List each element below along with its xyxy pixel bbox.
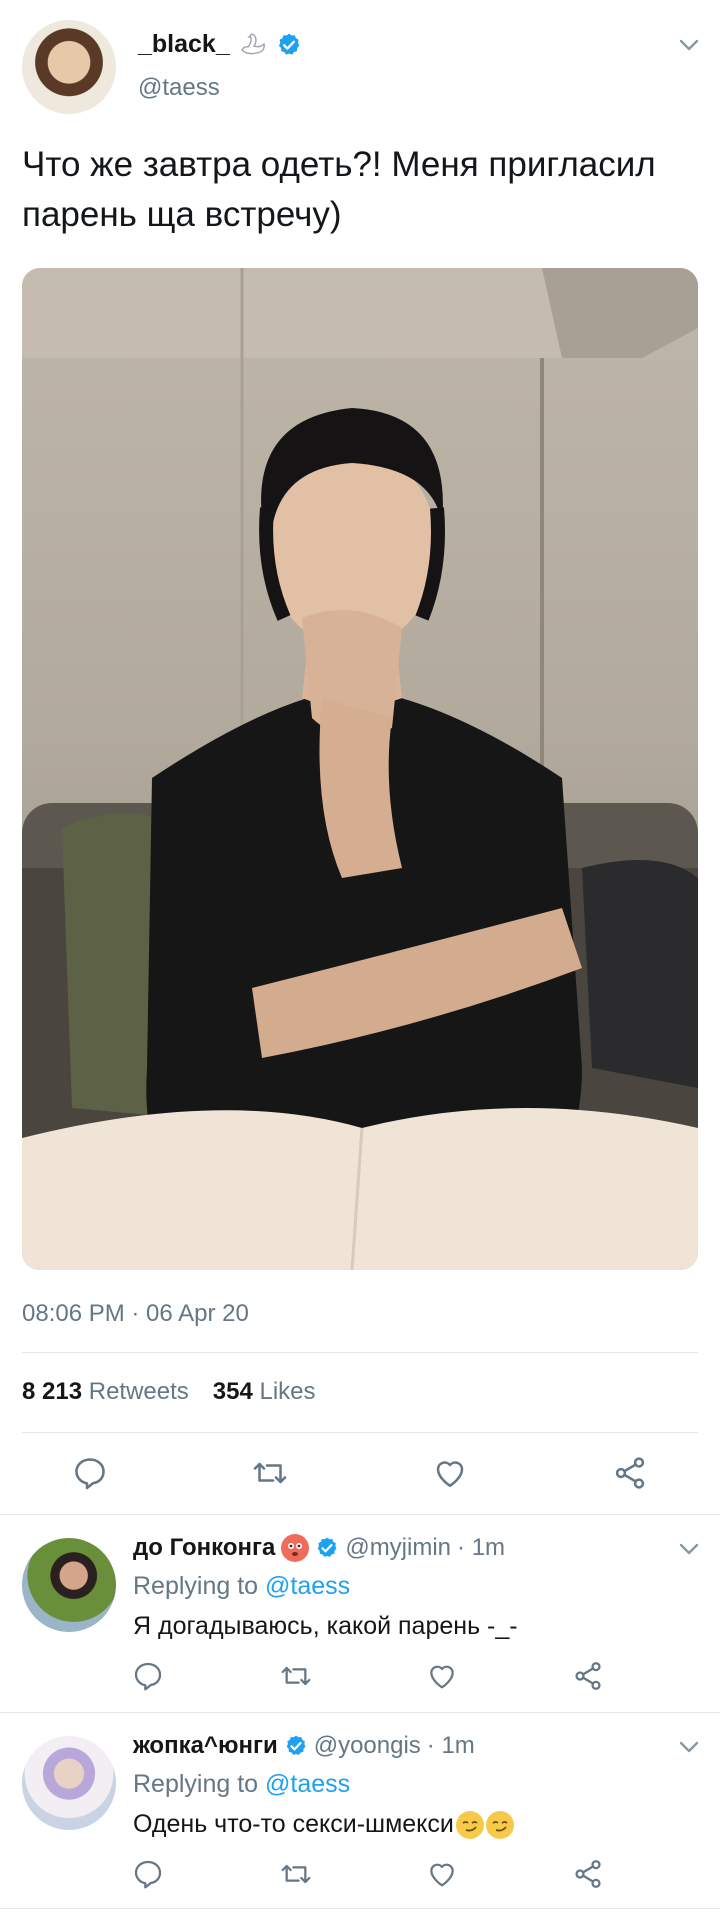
author-avatar[interactable] — [22, 20, 116, 114]
divider — [0, 1712, 720, 1713]
replying-prefix: Replying to — [133, 1770, 259, 1798]
retweet-icon — [281, 1666, 311, 1686]
verified-badge-icon — [318, 1537, 337, 1557]
reply-icon — [75, 1458, 105, 1490]
reply-text: Одень что-то секси-шмекси — [133, 1810, 454, 1838]
reply-avatar[interactable] — [22, 1736, 116, 1830]
flushed-face-emoji-icon — [281, 1534, 310, 1562]
heart-icon — [430, 1863, 454, 1887]
chevron-down-icon[interactable] — [678, 38, 700, 52]
reply-time: · 1m — [426, 1732, 475, 1759]
tweet-stats: 8 213 Retweets 354 Likes — [22, 1378, 316, 1406]
retweets-label: Retweets — [88, 1378, 189, 1405]
retweet-button[interactable] — [280, 1858, 312, 1890]
heart-icon — [430, 1665, 454, 1689]
reply-author-name[interactable]: до Гонконга — [133, 1534, 275, 1562]
divider — [0, 1514, 720, 1515]
retweet-button[interactable] — [280, 1660, 312, 1692]
reply-button[interactable] — [132, 1858, 164, 1890]
likes-count: 354 — [212, 1378, 253, 1405]
chevron-down-icon[interactable] — [678, 1542, 700, 1556]
share-button[interactable] — [612, 1455, 648, 1491]
verified-badge-icon — [278, 33, 300, 55]
author-name[interactable]: _black_ — [138, 30, 230, 59]
like-button[interactable] — [432, 1455, 468, 1491]
divider — [22, 1352, 698, 1353]
reply-button[interactable] — [72, 1455, 108, 1491]
reply-author-handle[interactable]: @yoongis — [314, 1732, 421, 1760]
heart-icon — [436, 1461, 464, 1488]
reply-header: до Гонконга @myjimin · 1m — [133, 1534, 505, 1562]
reply-time: · 1m — [457, 1534, 506, 1561]
replying-prefix: Replying to — [133, 1572, 259, 1600]
like-button[interactable] — [426, 1660, 458, 1692]
tweet-photo[interactable] — [22, 268, 698, 1270]
retweets-stat[interactable]: 8 213 Retweets — [22, 1378, 189, 1406]
share-icon — [575, 1662, 601, 1690]
retweet-icon — [253, 1462, 287, 1484]
divider — [0, 1908, 720, 1909]
author-name-row: _black_ — [138, 30, 302, 59]
verified-badge-icon — [286, 1735, 306, 1755]
reply-icon — [134, 1860, 162, 1889]
share-button[interactable] — [572, 1660, 604, 1692]
swan-emoji-icon — [240, 33, 265, 54]
divider — [22, 1432, 698, 1433]
reply-author-name[interactable]: жопка^юнги — [133, 1732, 278, 1760]
likes-stat[interactable]: 354 Likes — [213, 1378, 316, 1406]
replying-to-link[interactable]: @taess — [265, 1770, 350, 1798]
reply-author-handle[interactable]: @myjimin — [345, 1534, 451, 1562]
replying-to-line: Replying to @taess — [133, 1770, 350, 1799]
smirking-face-emoji-icon — [485, 1810, 514, 1839]
reply-icon — [134, 1662, 162, 1691]
retweet-icon — [281, 1864, 311, 1884]
smirking-face-emoji-icon — [455, 1810, 484, 1839]
share-button[interactable] — [572, 1858, 604, 1890]
share-icon — [575, 1860, 601, 1888]
replying-to-link[interactable]: @taess — [265, 1572, 350, 1600]
author-handle[interactable]: @taess — [138, 74, 220, 102]
reply-header: жопка^юнги @yoongis · 1m — [133, 1732, 475, 1760]
likes-label: Likes — [259, 1378, 316, 1405]
tweet-timestamp: 08:06 PM · 06 Apr 20 — [22, 1300, 249, 1327]
reply-avatar[interactable] — [22, 1538, 116, 1632]
reply-text: Я догадываюсь, какой парень -_- — [133, 1612, 518, 1640]
reply-text-row: Одень что-то секси-шмекси — [133, 1810, 514, 1839]
chevron-down-icon[interactable] — [678, 1740, 700, 1754]
retweets-count: 8 213 — [22, 1378, 83, 1405]
like-button[interactable] — [426, 1858, 458, 1890]
share-icon — [615, 1457, 645, 1489]
retweet-button[interactable] — [252, 1455, 288, 1491]
replying-to-line: Replying to @taess — [133, 1572, 350, 1601]
tweet-text: Что же завтра одеть?! Меня пригласил пар… — [22, 145, 656, 234]
reply-button[interactable] — [132, 1660, 164, 1692]
